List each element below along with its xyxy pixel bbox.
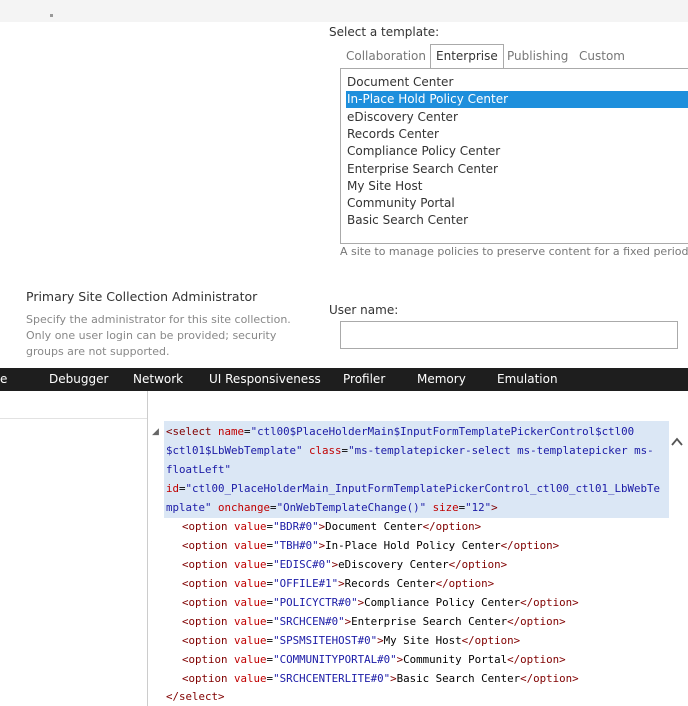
top-band [0,0,688,22]
template-option-ediscovery[interactable]: eDiscovery Center [347,109,458,126]
code-line-2[interactable]: $ctl01$LbWebTemplate" class="ms-template… [166,441,654,460]
collapse-triangle-icon[interactable]: ◢ [152,427,159,437]
username-label: User name: [329,303,399,317]
code-option-row[interactable]: <option value="SPSMSITEHOST#0">My Site H… [182,631,520,650]
admin-section-title: Primary Site Collection Administrator [26,289,258,304]
code-line-1[interactable]: <select name="ctl00$PlaceHolderMain$Inpu… [166,422,634,441]
code-line-4[interactable]: id="ctl00_PlaceHolderMain_InputFormTempl… [166,479,660,498]
devtools-tab-memory[interactable]: Memory [417,368,466,391]
code-line-5[interactable]: mplate" onchange="OnWebTemplateChange()"… [166,498,498,517]
code-line-3[interactable]: floatLeft" [166,460,231,479]
scroll-up-chevron-icon[interactable] [670,435,684,449]
template-option-enterprise-search[interactable]: Enterprise Search Center [347,161,498,178]
tab-enterprise[interactable]: Enterprise [430,44,504,69]
code-option-row[interactable]: <option value="SRCHCENTERLITE#0">Basic S… [182,669,579,688]
devtools-tab-ui-responsiveness[interactable]: UI Responsiveness [209,368,321,391]
template-option-in-place-hold[interactable]: In-Place Hold Policy Center [346,91,688,108]
template-option-basic-search[interactable]: Basic Search Center [347,212,468,229]
devtools-tab-network[interactable]: Network [133,368,183,391]
tab-custom[interactable]: Custom [579,45,625,67]
code-option-row[interactable]: <option value="EDISC#0">eDiscovery Cente… [182,555,507,574]
template-option-records[interactable]: Records Center [347,126,439,143]
username-input[interactable] [340,321,678,349]
devtools-tab-debugger[interactable]: Debugger [49,368,108,391]
tab-collaboration[interactable]: Collaboration [346,45,426,67]
devtools-tab-profiler[interactable]: Profiler [343,368,385,391]
template-option-compliance[interactable]: Compliance Policy Center [347,143,500,160]
template-listbox[interactable]: Document Center In-Place Hold Policy Cen… [340,68,688,244]
template-label: Select a template: [329,25,440,39]
dom-source-pane: ◢ <select name="ctl00$PlaceHolderMain$In… [148,391,688,706]
top-mark [50,14,53,17]
code-option-row[interactable]: <option value="BDR#0">Document Center</o… [182,517,481,536]
devtools-tab-console[interactable]: e [0,368,7,391]
left-pane-divider [0,418,147,419]
code-option-row[interactable]: <option value="SRCHCEN#0">Enterprise Sea… [182,612,566,631]
dom-tree-left-pane [0,391,147,706]
code-option-row[interactable]: <option value="POLICYCTR#0">Compliance P… [182,593,579,612]
code-option-row[interactable]: <option value="OFFILE#1">Records Center<… [182,574,494,593]
template-option-community-portal[interactable]: Community Portal [347,195,455,212]
template-option-document-center[interactable]: Document Center [347,74,453,91]
code-option-row[interactable]: <option value="COMMUNITYPORTAL#0">Commun… [182,650,566,669]
devtools-tab-emulation[interactable]: Emulation [497,368,558,391]
tab-publishing[interactable]: Publishing [507,45,568,67]
template-option-my-site-host[interactable]: My Site Host [347,178,422,195]
admin-section-description: Specify the administrator for this site … [26,313,291,358]
code-line-close-select[interactable]: </select> [166,687,225,706]
devtools-tabbar: e Debugger Network UI Responsiveness Pro… [0,368,688,391]
template-description: A site to manage policies to preserve co… [340,245,688,258]
code-option-row[interactable]: <option value="TBH#0">In-Place Hold Poli… [182,536,559,555]
